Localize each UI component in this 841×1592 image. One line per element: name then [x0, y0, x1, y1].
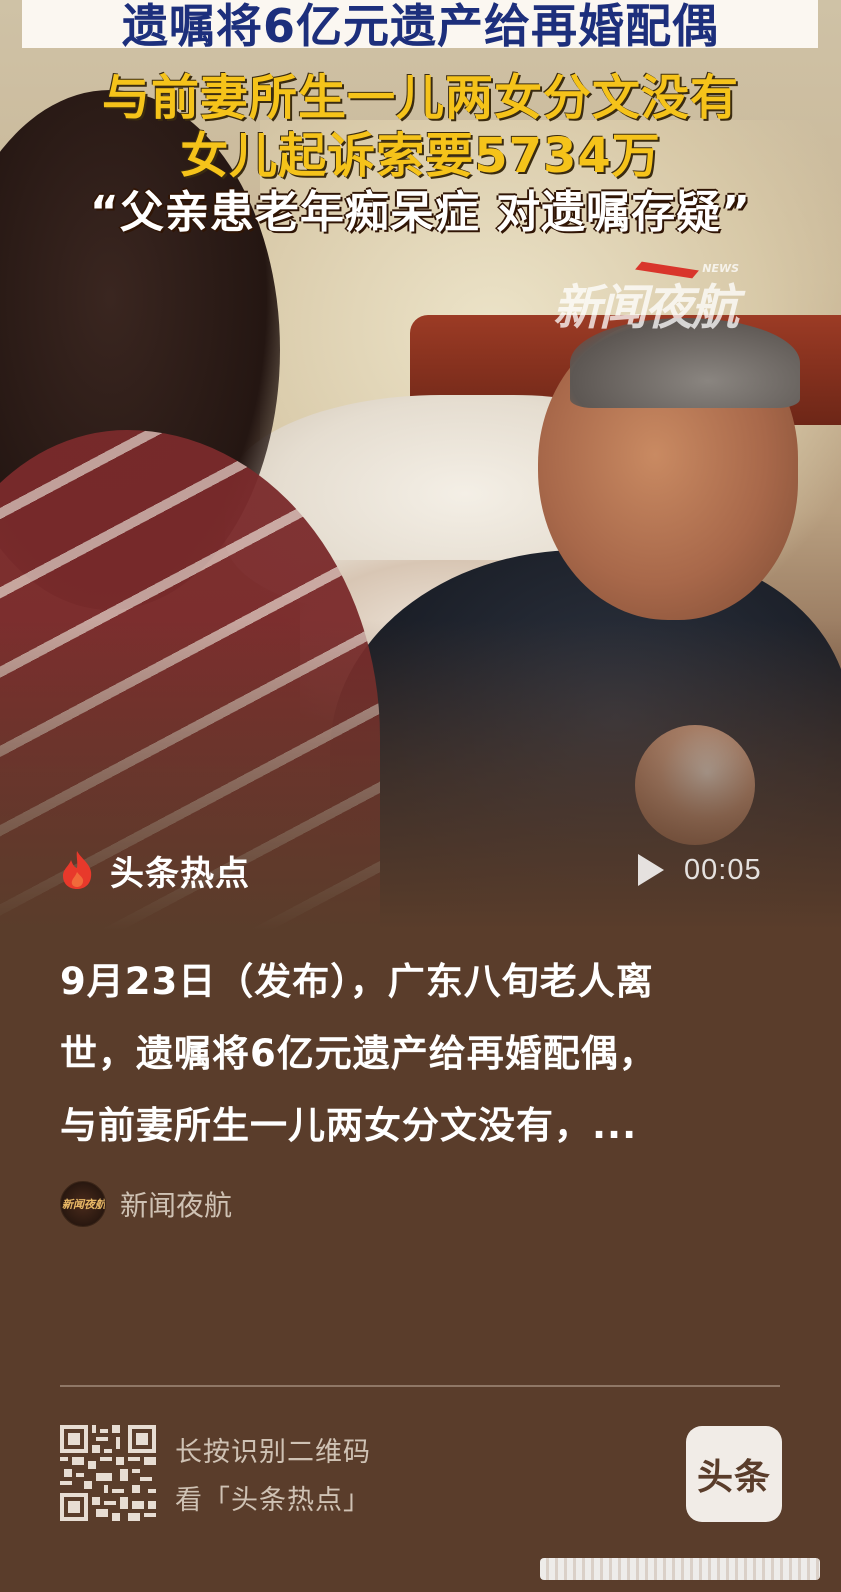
video-player[interactable]: 遗嘱将6亿元遗产给再婚配偶 与前妻所生一儿两女分文没有 女儿起诉索要5734万 … [0, 0, 841, 930]
watermark-text: 新闻夜航 [553, 280, 739, 336]
description-line: 与前妻所生一儿两女分文没有，... [60, 1104, 638, 1147]
brand-label: 头条热点 [110, 853, 250, 894]
article-description[interactable]: 9月23日（发布），广东八旬老人离 世，遗嘱将6亿元遗产给再婚配偶， 与前妻所生… [60, 946, 780, 1162]
play-icon[interactable] [638, 854, 664, 886]
video-caption-1: 遗嘱将6亿元遗产给再婚配偶 [121, 0, 719, 53]
video-caption-4: “父亲患老年痴呆症 对遗嘱存疑” [89, 187, 752, 238]
source-info[interactable]: 新闻夜航 新闻夜航 [60, 1180, 232, 1228]
qr-code-icon[interactable] [60, 1425, 156, 1521]
watermark-sub: NEWS [702, 262, 740, 275]
footer-divider [60, 1385, 780, 1387]
source-name[interactable]: 新闻夜航 [120, 1184, 232, 1224]
description-line: 世，遗嘱将6亿元遗产给再婚配偶， [60, 1032, 657, 1075]
flame-icon [60, 850, 94, 890]
qr-hint-line2: 看「头条热点」 [175, 1485, 371, 1516]
video-controls[interactable]: 00:05 [638, 850, 762, 890]
toutiao-logo-icon: 头条 [686, 1426, 782, 1522]
news-watermark: 新闻夜航 NEWS [553, 261, 739, 338]
brand-badge: 头条热点 [60, 848, 250, 894]
qr-hint-line1: 长按识别二维码 [175, 1437, 371, 1468]
source-avatar[interactable]: 新闻夜航 [60, 1181, 106, 1227]
source-avatar-text: 新闻夜航 [62, 1198, 106, 1211]
description-line: 9月23日（发布），广东八旬老人离 [60, 960, 654, 1003]
app-logo-text: 头条 [696, 1457, 771, 1498]
home-indicator [540, 1558, 820, 1580]
video-duration: 00:05 [684, 853, 762, 886]
